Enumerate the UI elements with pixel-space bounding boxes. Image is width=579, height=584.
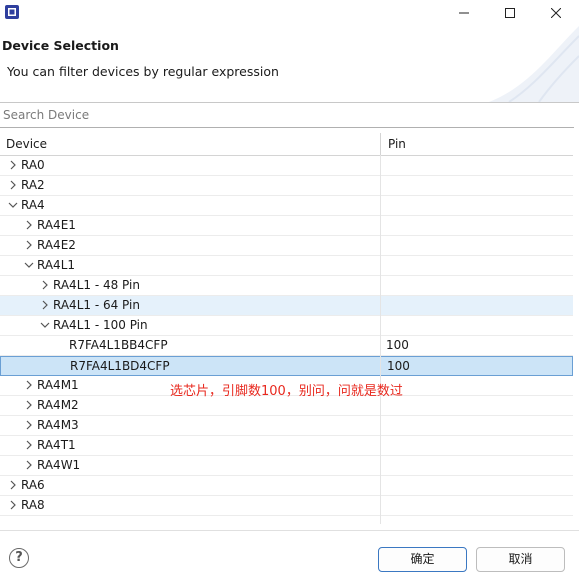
- tree-row[interactable]: RA2: [0, 176, 573, 196]
- tree-row-label: R7FA4L1BD4CFP: [70, 359, 170, 373]
- device-tree[interactable]: Device Pin RA0 RA2 RA4 RA4E1 RA4E2 RA4L1 RA4L1…: [0, 133, 573, 524]
- tree-row[interactable]: RA6: [0, 476, 573, 496]
- tree-row[interactable]: RA8: [0, 496, 573, 516]
- cancel-button[interactable]: 取消: [476, 547, 565, 572]
- chevron-right-icon[interactable]: [8, 500, 18, 510]
- chevron-right-icon[interactable]: [24, 400, 34, 410]
- tree-row[interactable]: RA4T1: [0, 436, 573, 456]
- search-field: [0, 105, 574, 128]
- window-titlebar: [0, 0, 579, 26]
- tree-row-label: R7FA4L1BB4CFP: [69, 338, 168, 352]
- column-divider-line: [380, 155, 381, 524]
- tree-row[interactable]: RA4L1 - 64 Pin: [0, 296, 573, 316]
- tree-row[interactable]: RA4: [0, 196, 573, 216]
- chevron-down-icon[interactable]: [24, 260, 34, 270]
- help-button[interactable]: ?: [9, 548, 29, 568]
- dialog-description: You can filter devices by regular expres…: [7, 64, 279, 79]
- column-divider[interactable]: [380, 133, 381, 155]
- tree-row-label: RA4T1: [37, 438, 76, 452]
- chevron-right-icon[interactable]: [40, 280, 50, 290]
- chevron-right-icon[interactable]: [24, 240, 34, 250]
- column-header-device[interactable]: Device: [6, 133, 47, 155]
- chevron-right-icon[interactable]: [8, 180, 18, 190]
- app-chip-icon: [5, 5, 19, 19]
- tree-row-label: RA6: [21, 478, 45, 492]
- dialog-header: Device Selection You can filter devices …: [0, 26, 579, 102]
- tree-row[interactable]: RA4M3: [0, 416, 573, 436]
- header-divider: [0, 102, 579, 103]
- help-icon: ?: [15, 550, 23, 565]
- tree-row-label: RA0: [21, 158, 45, 172]
- chevron-right-icon[interactable]: [8, 160, 18, 170]
- tree-row-label: RA2: [21, 178, 45, 192]
- chevron-right-icon[interactable]: [24, 380, 34, 390]
- tree-row[interactable]: R7FA4L1BB4CFP 100: [0, 336, 573, 356]
- chevron-right-icon[interactable]: [24, 220, 34, 230]
- tree-row-label: RA4E2: [37, 238, 76, 252]
- tree-row[interactable]: RA4E1: [0, 216, 573, 236]
- maximize-icon: [505, 8, 515, 18]
- tree-row-label: RA8: [21, 498, 45, 512]
- column-header-pin[interactable]: Pin: [388, 133, 406, 155]
- chevron-right-icon[interactable]: [24, 460, 34, 470]
- tree-row-pin: 100: [387, 359, 410, 373]
- tree-row-label: RA4E1: [37, 218, 76, 232]
- chevron-right-icon[interactable]: [8, 480, 18, 490]
- tree-row[interactable]: RA4W1: [0, 456, 573, 476]
- tree-row[interactable]: R7FA4L1BD4CFP 100: [0, 356, 573, 376]
- tree-row-pin: 100: [386, 338, 409, 352]
- search-input[interactable]: [0, 105, 573, 125]
- tree-row-label: RA4L1 - 48 Pin: [53, 278, 140, 292]
- chevron-right-icon[interactable]: [24, 440, 34, 450]
- tree-row[interactable]: RA0: [0, 156, 573, 176]
- tree-row-label: RA4L1 - 64 Pin: [53, 298, 140, 312]
- tree-row-label: RA4: [21, 198, 45, 212]
- tree-row[interactable]: RA4L1 - 48 Pin: [0, 276, 573, 296]
- close-button[interactable]: [533, 0, 579, 26]
- ok-button[interactable]: 确定: [378, 547, 467, 572]
- tree-row-label: RA4M1: [37, 378, 79, 392]
- dialog-title: Device Selection: [2, 38, 119, 53]
- footer-divider: [0, 530, 579, 531]
- chevron-down-icon[interactable]: [8, 200, 18, 210]
- close-icon: [551, 8, 561, 18]
- minimize-icon: [459, 12, 469, 14]
- annotation-note: 选芯片，引脚数100，别问，问就是数过: [170, 384, 403, 399]
- minimize-button[interactable]: [441, 0, 487, 26]
- header-decoration: [489, 26, 579, 102]
- tree-row[interactable]: RA4M2: [0, 396, 573, 416]
- tree-row-label: RA4W1: [37, 458, 81, 472]
- tree-row[interactable]: RA4L1: [0, 256, 573, 276]
- tree-row[interactable]: RA4E2: [0, 236, 573, 256]
- chevron-right-icon[interactable]: [24, 420, 34, 430]
- tree-row-label: RA4M3: [37, 418, 79, 432]
- tree-row[interactable]: RA4L1 - 100 Pin: [0, 316, 573, 336]
- tree-row-label: RA4M2: [37, 398, 79, 412]
- chevron-down-icon[interactable]: [40, 320, 50, 330]
- chevron-right-icon[interactable]: [40, 300, 50, 310]
- tree-header: Device Pin: [0, 133, 573, 156]
- tree-row-label: RA4L1 - 100 Pin: [53, 318, 148, 332]
- tree-row-label: RA4L1: [37, 258, 76, 272]
- maximize-button[interactable]: [487, 0, 533, 26]
